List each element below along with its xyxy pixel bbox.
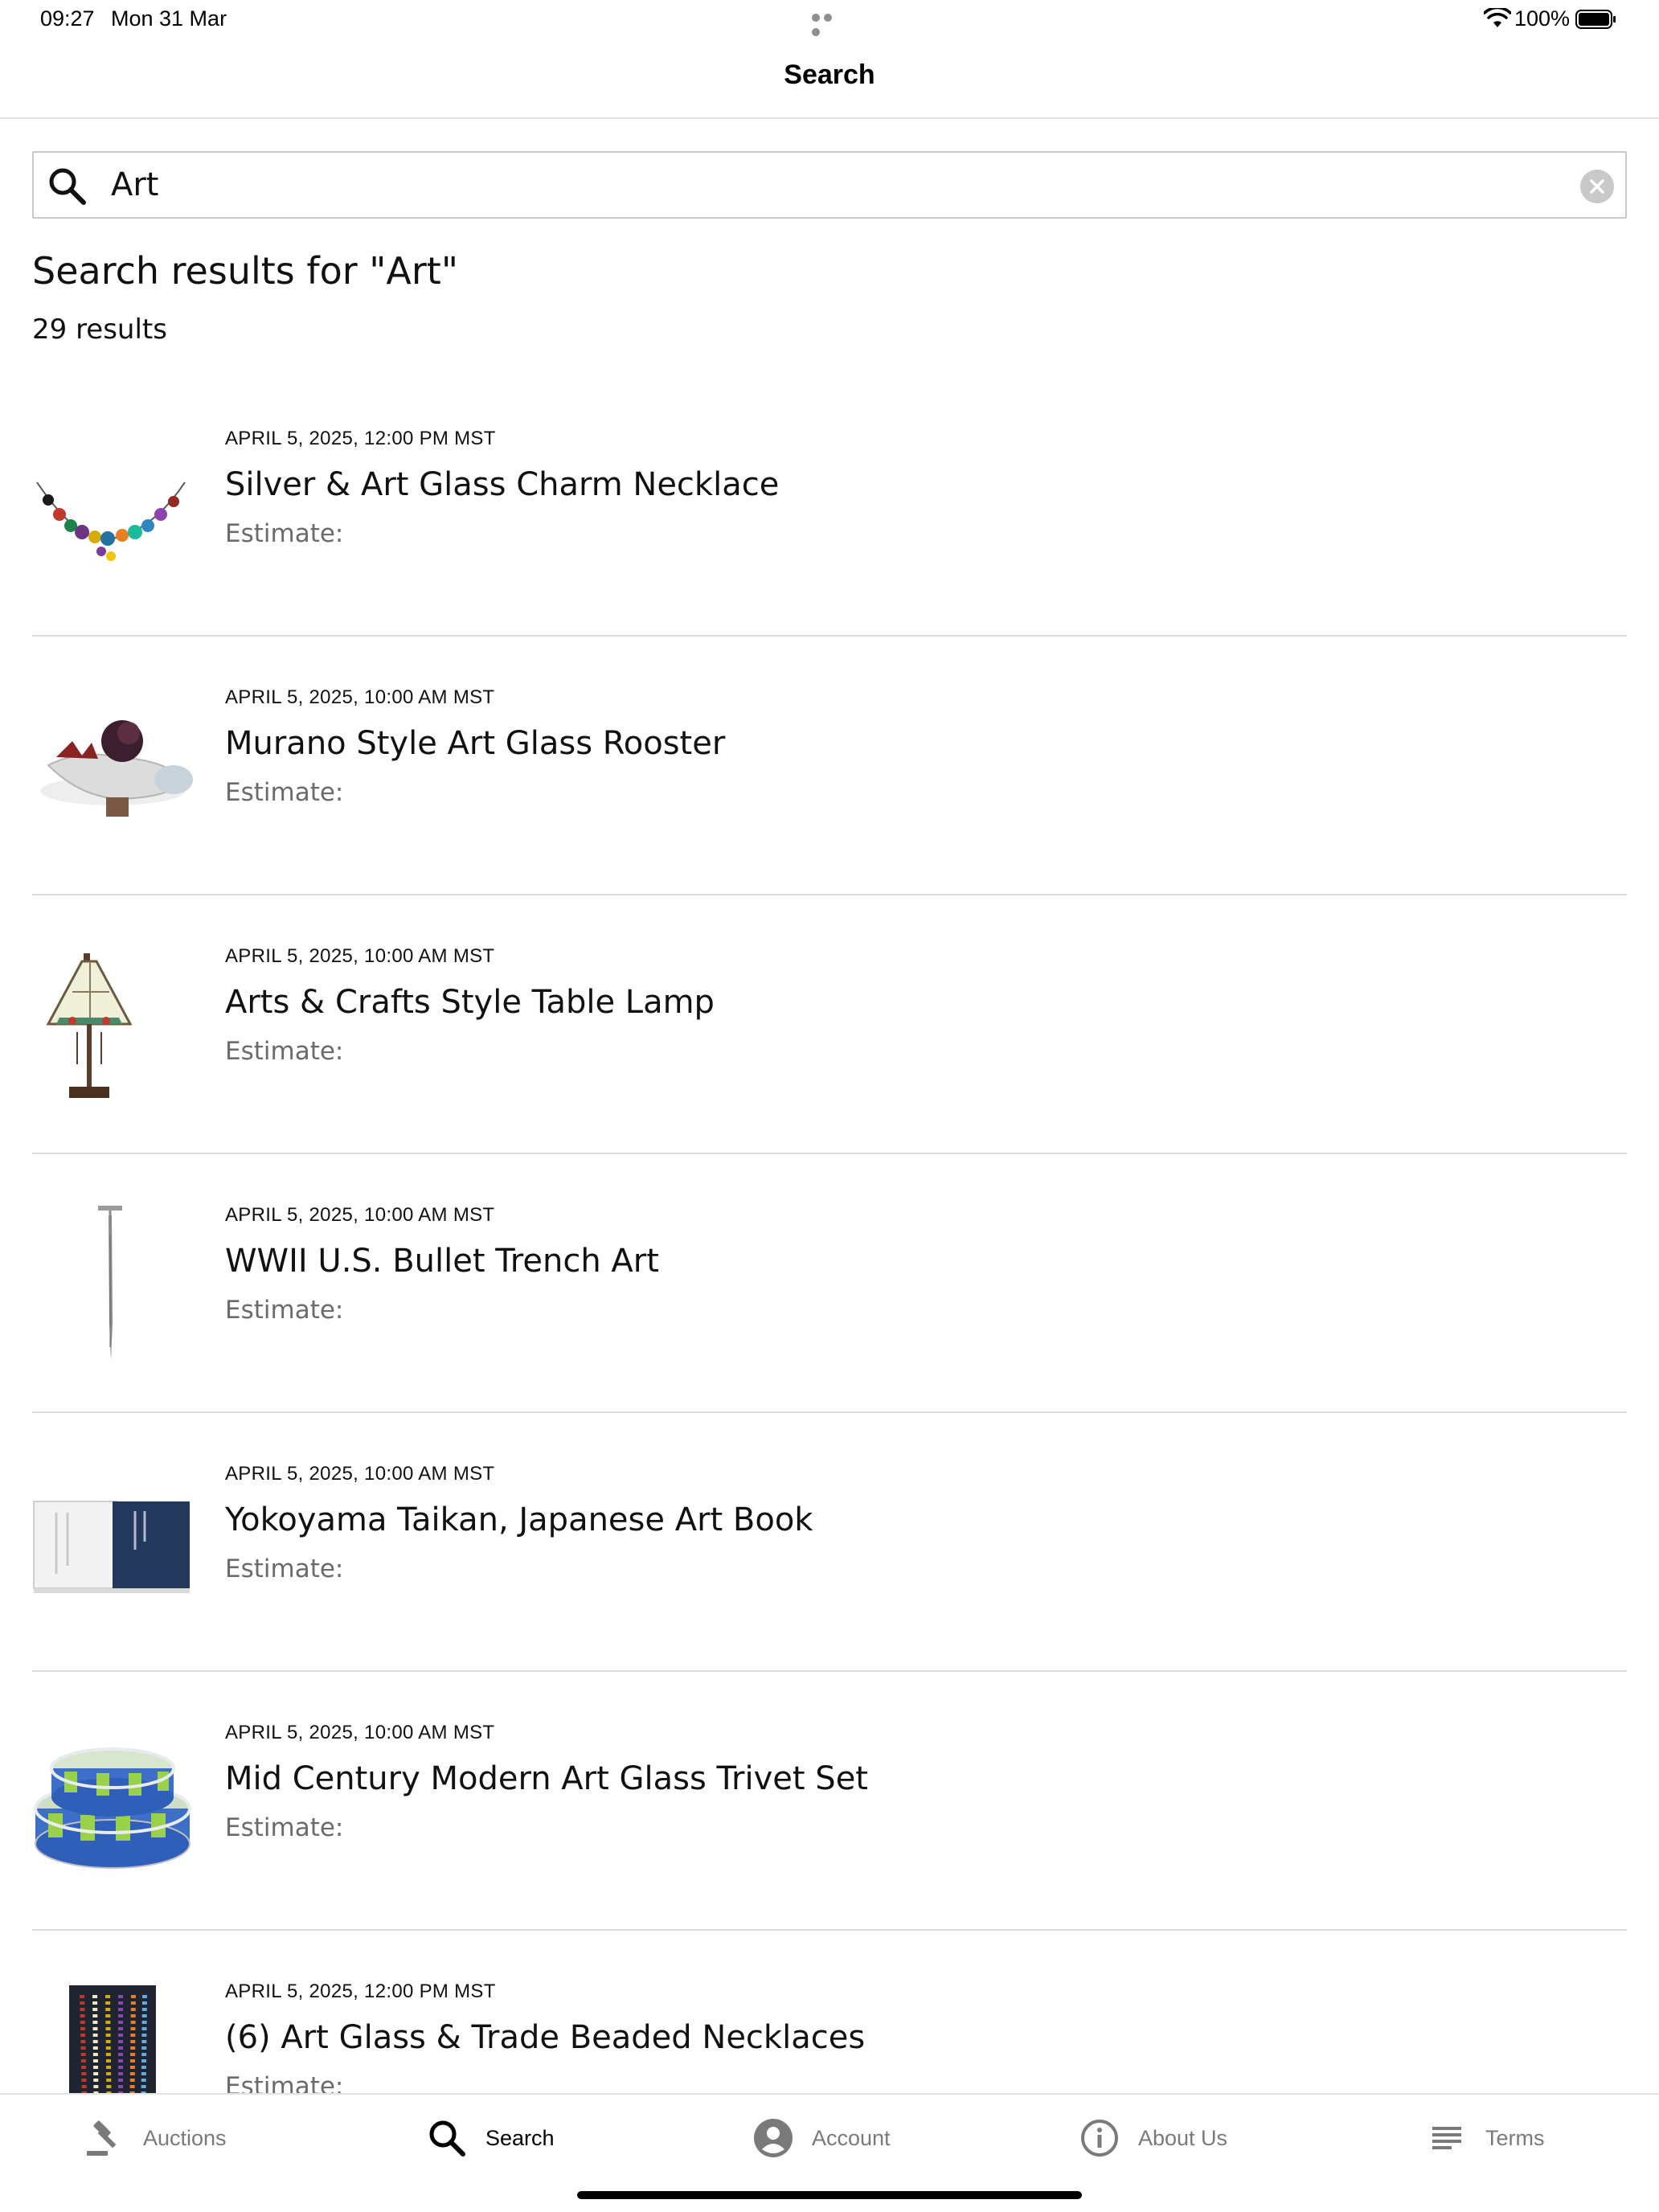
tab-label: Account [812,2125,891,2150]
navigation-bar: Search [0,37,1659,119]
tab-label: Terms [1485,2125,1545,2150]
tab-account[interactable]: Account [752,2114,891,2162]
search-results-list[interactable]: APRIL 5, 2025, 12:00 PM MST Silver & Art… [32,378,1627,2093]
trench-art-thumbnail[interactable] [32,1202,193,1363]
estimate-label: Estimate: [225,778,344,807]
tab-auctions[interactable]: Auctions [84,2114,227,2162]
lamp-thumbnail[interactable] [32,944,193,1104]
book-thumbnail[interactable] [32,1461,193,1622]
item-title[interactable]: Silver & Art Glass Charm Necklace [225,466,779,503]
result-item[interactable]: APRIL 5, 2025, 12:00 PM MST Silver & Art… [32,378,1627,637]
item-title[interactable]: Yokoyama Taikan, Japanese Art Book [225,1501,813,1538]
status-bar: 09:27 Mon 31 Mar 100% [0,0,1659,37]
info-icon [1081,2120,1118,2157]
tab-label: Search [485,2125,555,2150]
result-item[interactable]: APRIL 5, 2025, 10:00 AM MST WWII U.S. Bu… [32,1154,1627,1413]
clear-search-icon[interactable] [1580,170,1614,203]
auction-date: APRIL 5, 2025, 10:00 AM MST [225,945,495,967]
tab-about-us[interactable]: About Us [1079,2114,1227,2162]
multitasking-dots-icon[interactable] [812,11,847,36]
tab-label: Auctions [143,2125,227,2150]
item-title[interactable]: Arts & Crafts Style Table Lamp [225,984,715,1021]
estimate-label: Estimate: [225,1813,344,1842]
tab-search[interactable]: Search [426,2114,555,2162]
tab-terms[interactable]: Terms [1426,2114,1545,2162]
tab-label: About Us [1138,2125,1228,2150]
item-title[interactable]: WWII U.S. Bullet Trench Art [225,1243,659,1280]
search-results-heading: Search results for "Art" [32,249,458,293]
result-item[interactable]: APRIL 5, 2025, 10:00 AM MST Murano Style… [32,637,1627,895]
account-icon [754,2119,793,2157]
gavel-icon [87,2120,117,2156]
status-time: 09:27 [40,6,95,31]
result-count: 29 results [32,313,167,346]
necklace-thumbnail[interactable] [32,426,193,587]
estimate-label: Estimate: [225,1555,344,1583]
item-title[interactable]: (6) Art Glass & Trade Beaded Necklaces [225,2019,865,2056]
auction-date: APRIL 5, 2025, 12:00 PM MST [225,428,496,449]
result-item[interactable]: APRIL 5, 2025, 10:00 AM MST Mid Century … [32,1672,1627,1931]
search-icon [49,168,86,205]
auction-date: APRIL 5, 2025, 10:00 AM MST [225,686,495,708]
page-title: Search [784,59,875,90]
auction-date: APRIL 5, 2025, 10:00 AM MST [225,1204,495,1226]
search-input[interactable] [111,161,1526,209]
estimate-label: Estimate: [225,1037,344,1066]
auction-date: APRIL 5, 2025, 12:00 PM MST [225,1981,496,2002]
item-title[interactable]: Murano Style Art Glass Rooster [225,725,725,762]
home-indicator[interactable] [577,2191,1082,2199]
auction-date: APRIL 5, 2025, 10:00 AM MST [225,1722,495,1743]
tab-bar: Auctions Search Account About Us Terms [0,2093,1659,2212]
battery-percent: 100% [1514,6,1571,31]
item-title[interactable]: Mid Century Modern Art Glass Trivet Set [225,1760,868,1797]
result-item[interactable]: APRIL 5, 2025, 12:00 PM MST (6) Art Glas… [32,1931,1627,2093]
result-item[interactable]: APRIL 5, 2025, 10:00 AM MST Yokoyama Tai… [32,1413,1627,1672]
estimate-label: Estimate: [225,1296,344,1325]
estimate-label: Estimate: [225,519,344,548]
beaded-necklaces-thumbnail[interactable] [32,1979,193,2093]
status-date: Mon 31 Mar [111,6,227,31]
trivet-thumbnail[interactable] [32,1720,193,1881]
result-item[interactable]: APRIL 5, 2025, 10:00 AM MST Arts & Craft… [32,895,1627,1154]
search-icon [429,2120,465,2157]
wifi-icon [1484,8,1511,27]
estimate-label: Estimate: [225,2072,344,2093]
auction-date: APRIL 5, 2025, 10:00 AM MST [225,1463,495,1485]
rooster-thumbnail[interactable] [32,685,193,846]
search-bar[interactable] [32,151,1627,219]
list-icon [1432,2127,1461,2149]
battery-icon [1575,10,1616,29]
